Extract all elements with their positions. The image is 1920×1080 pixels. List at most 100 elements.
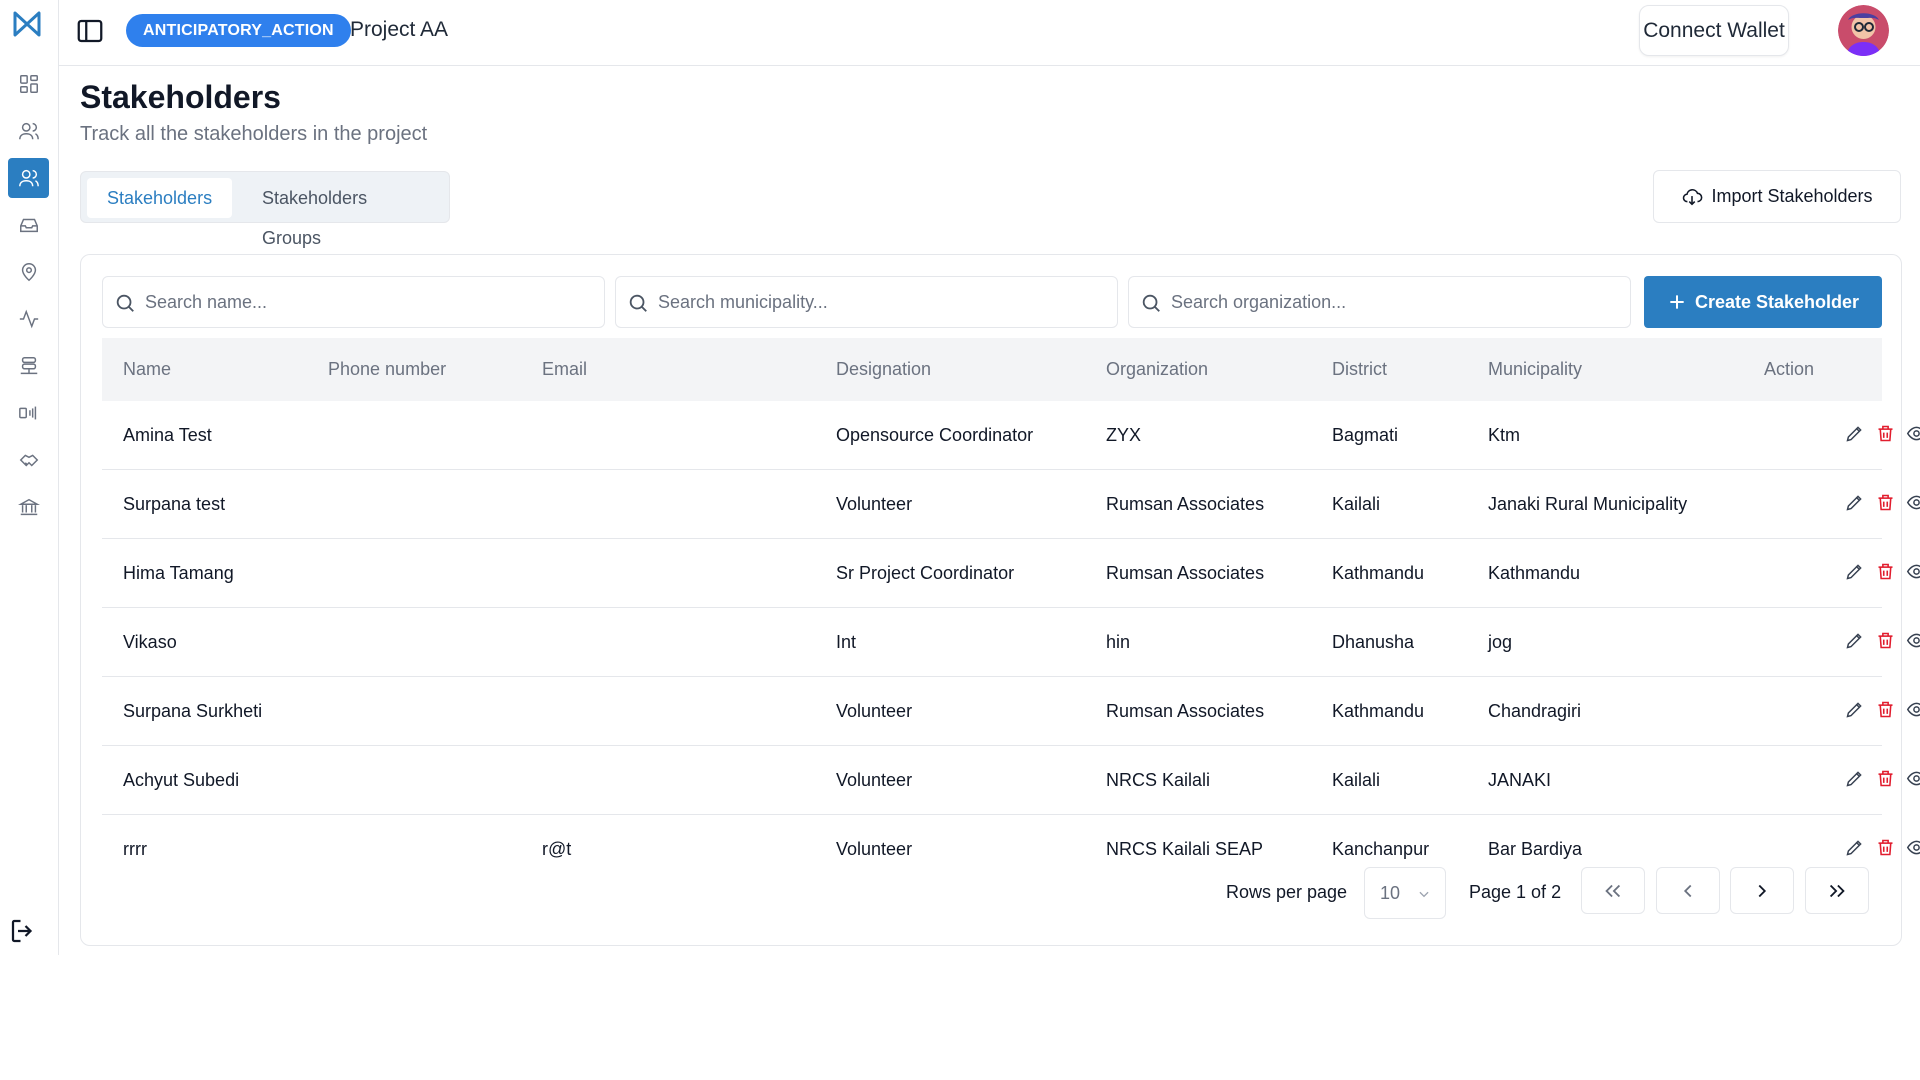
view-icon[interactable] [1906,837,1920,858]
next-page-button[interactable] [1730,867,1794,914]
sidebar-item-partners[interactable] [8,440,49,480]
sidebar-item-communications[interactable] [8,393,49,433]
view-icon[interactable] [1906,561,1920,582]
cell-organization: Rumsan Associates [1106,563,1265,583]
search-name-field[interactable] [102,276,605,328]
column-header-name[interactable]: Name [123,359,171,380]
cell-municipality: JANAKI [1488,770,1552,790]
view-icon[interactable] [1906,423,1920,444]
delete-icon[interactable] [1875,423,1896,444]
tab-stakeholders-groups[interactable]: Stakeholders Groups [242,178,449,248]
cell-name: Surpana test [123,494,226,514]
row-actions [1844,561,1920,582]
table-row[interactable]: Hima Tamang Sr Project Coordinator Rumsan … [102,539,1920,608]
column-header-district[interactable]: District [1332,359,1387,380]
project-type-badge: ANTICIPATORY_ACTION [126,14,351,47]
sidebar-item-inbox[interactable] [8,205,49,245]
import-stakeholders-button[interactable]: Import Stakeholders [1653,170,1901,223]
column-header-phone[interactable]: Phone number [328,359,446,380]
stakeholders-card: Create Stakeholder Name Phone number Ema… [80,254,1920,946]
search-icon [629,294,647,312]
stakeholders-icon [18,169,39,187]
table-row[interactable]: Achyut Subedi Volunteer NRCS Kailali Kailal… [102,746,1920,815]
delete-icon[interactable] [1875,768,1896,789]
edit-icon[interactable] [1844,492,1865,513]
table-row[interactable]: Surpana Surkheti Volunteer Rumsan Associat… [102,677,1920,746]
cell-district: Kailali [1332,494,1381,514]
search-organization-field[interactable] [1128,276,1631,328]
first-page-button[interactable] [1581,867,1645,914]
row-actions [1844,492,1920,513]
delete-icon[interactable] [1875,492,1896,513]
sidebar-item-dashboard[interactable] [8,64,49,104]
activity-icon [19,309,38,329]
table-row[interactable]: Vikaso Int hin Dhanusha jog [102,608,1920,677]
sidebar [0,0,59,955]
cell-name: rrrr [123,839,147,859]
sidebar-item-stakeholders[interactable] [8,158,49,198]
table-row[interactable]: Surpana test Volunteer Rumsan Associates Ka… [102,470,1920,539]
sidebar-item-activity[interactable] [8,299,49,339]
view-icon[interactable] [1906,630,1920,651]
delete-icon[interactable] [1875,630,1896,651]
rows-per-page-select[interactable]: 10 [1364,867,1446,919]
chevron-right-icon [1758,884,1767,897]
column-header-action: Action [1764,359,1815,379]
sidebar-toggle-icon[interactable] [75,16,105,46]
column-header-designation[interactable]: Designation [836,359,931,380]
inbox-icon [19,218,38,233]
chevrons-right-icon [1829,884,1845,897]
row-actions [1844,699,1920,720]
edit-icon[interactable] [1844,837,1865,858]
view-icon[interactable] [1906,768,1920,789]
create-stakeholder-button[interactable]: Create Stakeholder [1644,276,1882,328]
search-municipality-field[interactable] [615,276,1118,328]
previous-page-button[interactable] [1656,867,1720,914]
edit-icon[interactable] [1844,699,1865,720]
cell-organization: hin [1106,632,1131,652]
cell-designation: Opensource Coordinator [836,425,1034,445]
connect-wallet-button[interactable]: Connect Wallet [1639,5,1789,56]
sidebar-item-funds[interactable] [8,487,49,527]
edit-icon[interactable] [1844,630,1865,651]
cell-municipality: Ktm [1488,425,1521,445]
cell-municipality: Chandragiri [1488,701,1582,721]
delete-icon[interactable] [1875,561,1896,582]
tab-stakeholders[interactable]: Stakeholders [87,178,233,218]
delete-icon[interactable] [1875,699,1896,720]
edit-icon[interactable] [1844,561,1865,582]
users-icon [18,122,39,140]
row-actions [1844,837,1920,858]
database-icon [20,357,37,375]
view-icon[interactable] [1906,492,1920,513]
cell-email: r@t [542,839,572,859]
edit-icon[interactable] [1844,423,1865,444]
delete-icon[interactable] [1875,837,1896,858]
search-organization-input[interactable] [1129,277,1630,327]
view-icon[interactable] [1906,699,1920,720]
avatar[interactable] [1838,5,1889,56]
last-page-button[interactable] [1805,867,1869,914]
sidebar-item-database[interactable] [8,346,49,386]
search-name-input[interactable] [103,277,604,327]
column-header-organization[interactable]: Organization [1106,359,1208,380]
logo-icon[interactable] [12,10,42,38]
edit-icon[interactable] [1844,768,1865,789]
row-actions [1844,423,1920,444]
logout-icon[interactable] [8,916,38,946]
table-row[interactable]: Amina Test Opensource Coordinator ZYX Bagma… [102,401,1920,470]
cell-organization: Rumsan Associates [1106,494,1265,514]
cell-designation: Volunteer [836,701,913,721]
location-icon [21,263,36,282]
search-icon [116,294,134,312]
rows-per-page-label: Rows per page [1226,882,1348,902]
column-header-municipality[interactable]: Municipality [1488,359,1582,380]
sidebar-item-beneficiaries[interactable] [8,111,49,151]
top-bar: ANTICIPATORY_ACTION Project AA Connect W… [59,0,1920,66]
page-indicator: Page 1 of 2 [1469,882,1562,902]
column-header-email[interactable]: Email [542,359,587,380]
cell-name: Surpana Surkheti [123,701,263,721]
cell-designation: Sr Project Coordinator [836,563,1015,583]
sidebar-item-locations[interactable] [8,252,49,292]
search-municipality-input[interactable] [616,277,1117,327]
